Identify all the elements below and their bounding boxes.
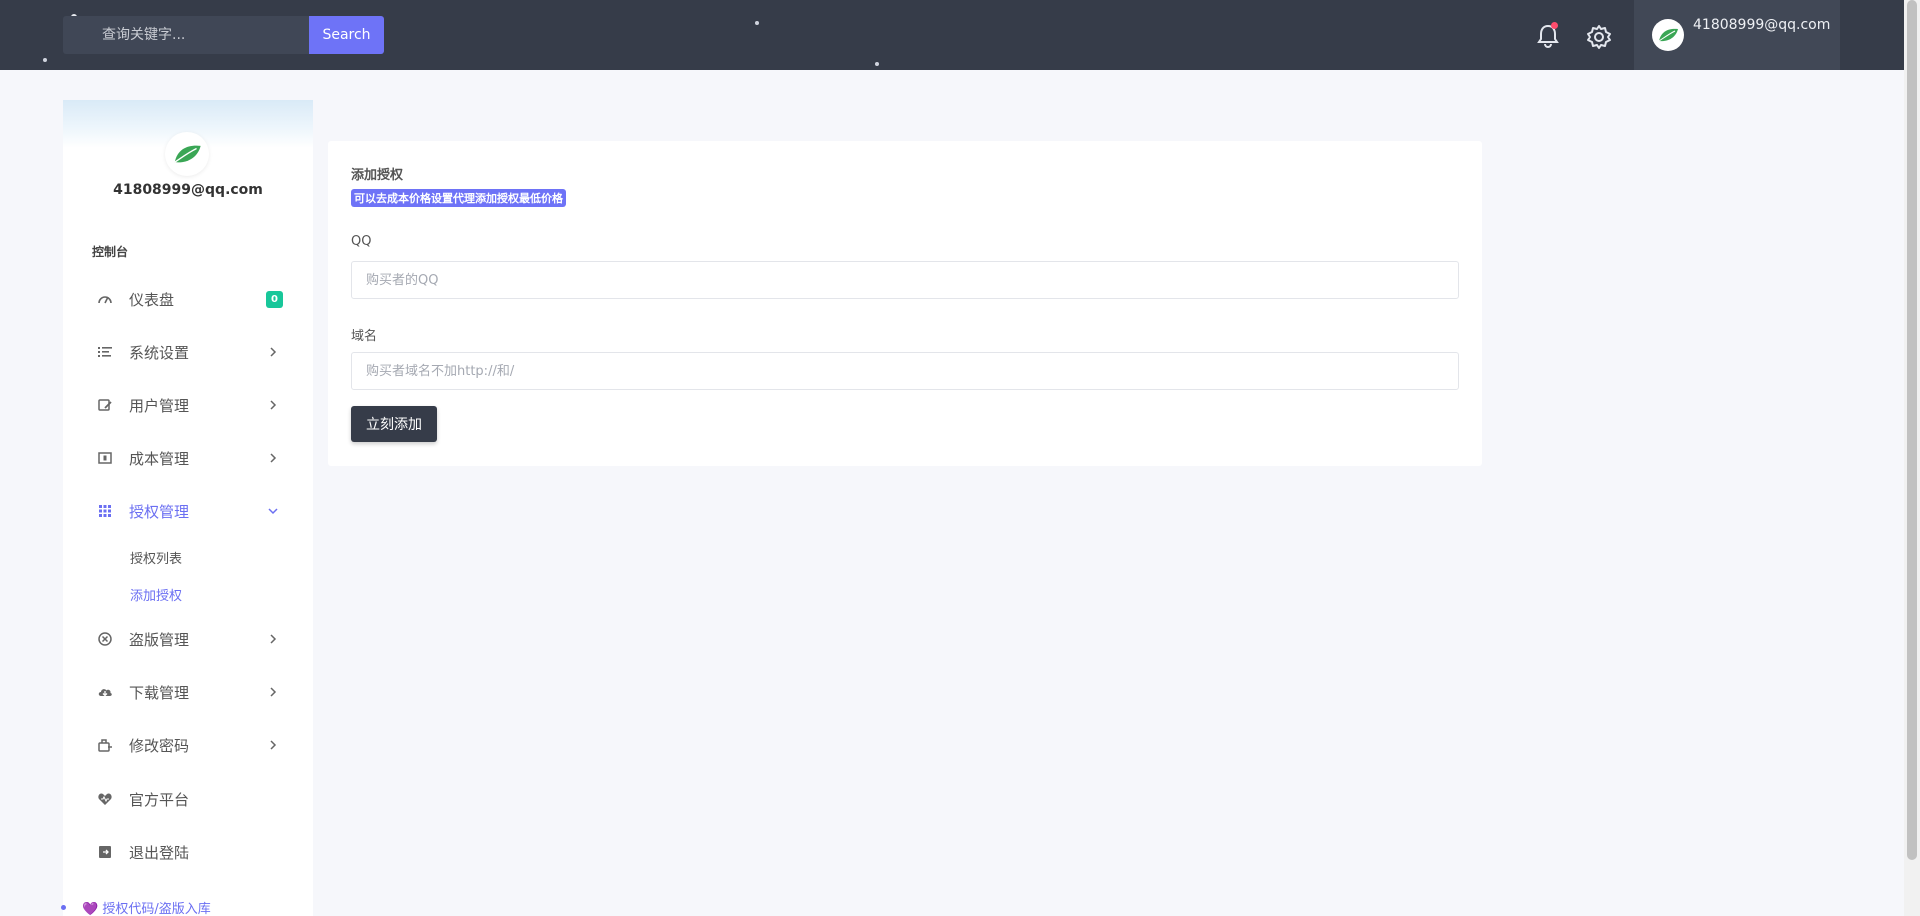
sidebar-item-logout[interactable]: 退出登陆	[63, 832, 313, 872]
search-input[interactable]	[63, 16, 309, 54]
sidebar-item-label: 用户管理	[129, 396, 190, 415]
user-email: 41808999@qq.com	[1693, 17, 1831, 33]
sidebar-item-piracy-management[interactable]: 盗版管理	[63, 619, 313, 659]
sidebar-item-label: 仪表盘	[129, 290, 175, 309]
top-navbar: Search 41808999@qq.com	[0, 0, 1904, 70]
sidebar: 41808999@qq.com 控制台 仪表盘 0 系统设置 用户管理 成本管理	[63, 100, 313, 916]
settings-gear-icon[interactable]	[1585, 23, 1613, 51]
gauge-icon	[97, 291, 113, 307]
cloud-download-icon	[97, 684, 113, 700]
sidebar-item-label: 系统设置	[129, 343, 190, 362]
card-title: 添加授权	[351, 168, 404, 183]
sidebar-item-dashboard[interactable]: 仪表盘 0	[63, 279, 313, 319]
sidebar-item-label: 退出登陆	[129, 843, 190, 862]
sidebar-item-label: 授权管理	[129, 502, 190, 521]
sidebar-section-title: 控制台	[92, 245, 129, 259]
decorative-dot	[43, 58, 47, 62]
list-icon	[97, 344, 113, 360]
avatar	[1652, 19, 1684, 51]
leaf-logo-icon	[1658, 28, 1678, 42]
chevron-right-icon	[270, 347, 277, 357]
decorative-dot	[755, 21, 759, 25]
sidebar-subitem-authorization-list[interactable]: 授权列表	[130, 548, 182, 567]
sidebar-item-download-management[interactable]: 下载管理	[63, 672, 313, 712]
decorative-dot	[875, 62, 879, 66]
logout-icon	[97, 844, 113, 860]
footer-link-auth-code[interactable]: 💜 授权代码/盗版入库	[82, 898, 211, 916]
sidebar-item-label: 修改密码	[129, 736, 190, 755]
sidebar-avatar	[165, 132, 209, 176]
sidebar-item-cost-management[interactable]: 成本管理	[63, 438, 313, 478]
sidebar-item-change-password[interactable]: 修改密码	[63, 725, 313, 765]
domain-input[interactable]	[351, 352, 1459, 390]
sidebar-user-email: 41808999@qq.com	[113, 182, 263, 198]
sidebar-item-official-platform[interactable]: 官方平台	[63, 779, 313, 819]
chevron-right-icon	[270, 400, 277, 410]
sidebar-item-system-settings[interactable]: 系统设置	[63, 332, 313, 372]
chevron-right-icon	[270, 634, 277, 644]
sidebar-subitem-add-authorization[interactable]: 添加授权	[130, 585, 182, 604]
sidebar-item-label: 成本管理	[129, 449, 190, 468]
money-icon	[97, 450, 113, 466]
leaf-logo-icon	[174, 145, 201, 163]
sidebar-item-label: 官方平台	[129, 790, 190, 809]
user-edit-icon	[97, 397, 113, 413]
key-icon	[97, 737, 113, 753]
sidebar-item-label: 下载管理	[129, 683, 190, 702]
heart-icon	[97, 791, 113, 807]
submit-add-button[interactable]: 立刻添加	[351, 406, 437, 442]
list-bullet	[61, 905, 66, 910]
grid-icon	[97, 503, 113, 519]
sidebar-item-user-management[interactable]: 用户管理	[63, 385, 313, 425]
chevron-down-icon	[268, 508, 278, 515]
user-menu[interactable]: 41808999@qq.com	[1634, 0, 1840, 70]
ban-icon	[97, 631, 113, 647]
search-button[interactable]: Search	[309, 16, 384, 54]
page-scrollbar[interactable]	[1904, 0, 1920, 916]
sidebar-item-authorization-management[interactable]: 授权管理	[63, 491, 313, 531]
search-form: Search	[63, 16, 384, 54]
count-badge: 0	[266, 291, 283, 308]
domain-label: 域名	[351, 329, 378, 344]
chevron-right-icon	[270, 687, 277, 697]
sidebar-item-label: 盗版管理	[129, 630, 190, 649]
qq-input[interactable]	[351, 261, 1459, 299]
scrollbar-thumb[interactable]	[1907, 0, 1917, 860]
add-authorization-card: 添加授权 可以去成本价格设置代理添加授权最低价格 QQ 域名 立刻添加	[328, 141, 1482, 466]
info-tag: 可以去成本价格设置代理添加授权最低价格	[351, 189, 566, 207]
qq-label: QQ	[351, 234, 372, 249]
notifications-bell-icon[interactable]	[1534, 22, 1562, 50]
notification-dot	[1551, 22, 1558, 29]
chevron-right-icon	[270, 740, 277, 750]
chevron-right-icon	[270, 453, 277, 463]
